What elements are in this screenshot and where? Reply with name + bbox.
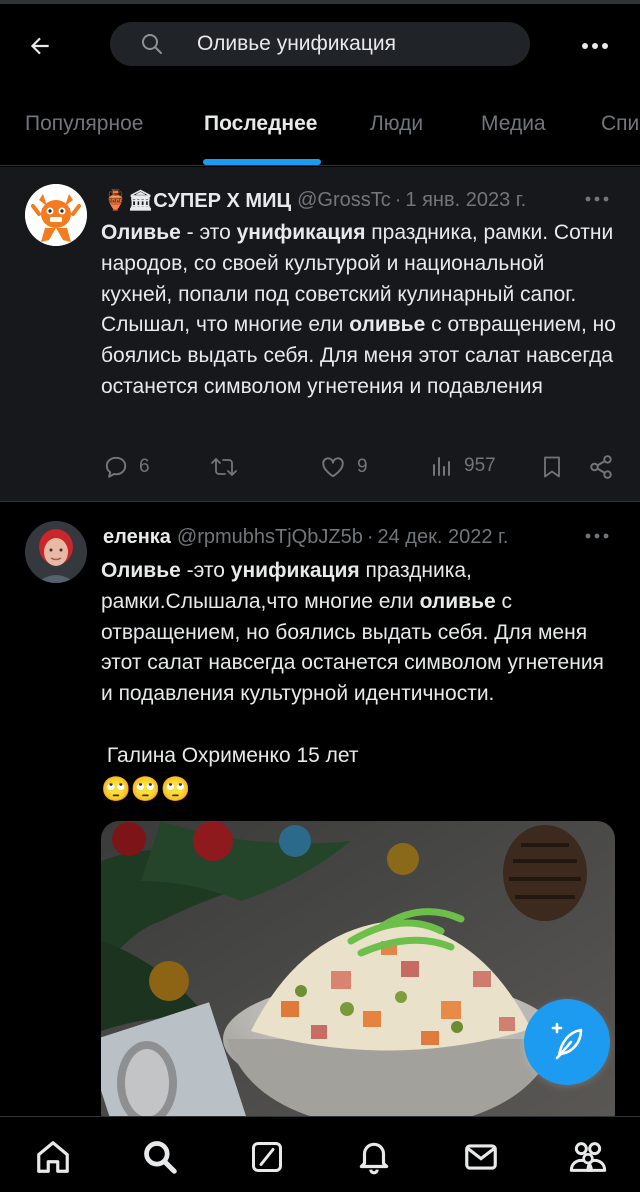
like-button[interactable]: 9 (319, 454, 368, 480)
search-query: Оливье унификация (197, 32, 396, 55)
text-segment: -это (180, 559, 231, 582)
author-handle[interactable]: @GrossTc (297, 189, 391, 212)
tab-lists[interactable]: Спи (601, 112, 639, 136)
nav-communities[interactable] (568, 1137, 608, 1177)
text-highlight: Оливье (101, 221, 181, 244)
repost-button[interactable] (210, 454, 248, 480)
like-count: 9 (357, 456, 368, 477)
tab-people[interactable]: Люди (370, 112, 423, 136)
more-icon (585, 533, 609, 539)
text-highlight: оливье (349, 313, 426, 337)
tweet-header: еленка @rpmubhsTjQbJZ5b · 24 дек. 2022 г… (103, 522, 573, 552)
text-segment: - это (180, 221, 237, 244)
tab-popular[interactable]: Популярное (25, 112, 143, 136)
nav-home[interactable] (33, 1137, 73, 1177)
tweet-actions: 6 9 957 (100, 454, 620, 484)
tweet-more-button[interactable] (585, 524, 615, 544)
active-tab-indicator (203, 159, 321, 165)
tweet-header: 🏺🏛СУПЕР Х МИЦ @GrossTc · 1 янв. 2023 г. (103, 185, 573, 215)
back-arrow-icon (30, 37, 49, 55)
like-icon (322, 457, 344, 478)
text-highlight: оливье (419, 589, 496, 613)
orange-creature-avatar-image (25, 184, 87, 246)
search-icon (142, 34, 162, 54)
user-photo-avatar-image (25, 521, 87, 583)
reply-button[interactable]: 6 (103, 454, 150, 480)
nav-notifications[interactable] (354, 1137, 394, 1177)
tab-latest[interactable]: Последнее (204, 112, 317, 136)
search-icon (144, 1141, 177, 1174)
olivier-salad-photo (101, 821, 615, 1131)
avatar[interactable] (25, 184, 87, 246)
bookmark-icon (544, 456, 560, 478)
views-icon (433, 457, 450, 476)
tweet-date[interactable]: 1 янв. 2023 г. (405, 189, 526, 212)
views-button[interactable]: 957 (430, 454, 496, 478)
more-options-button[interactable] (575, 28, 615, 64)
views-count: 957 (464, 455, 496, 476)
nav-search[interactable] (140, 1137, 180, 1177)
author-name[interactable]: еленка (103, 526, 171, 549)
separator-dot: · (394, 188, 402, 211)
tweet-text: Оливье -это унификация праздника, рамки.… (101, 556, 621, 710)
share-icon (590, 455, 612, 479)
nav-messages[interactable] (461, 1137, 501, 1177)
tweet[interactable]: 🏺🏛СУПЕР Х МИЦ @GrossTc · 1 янв. 2023 г. … (0, 167, 640, 502)
nav-grok[interactable] (247, 1137, 287, 1177)
search-header: Оливье унификация (0, 4, 640, 82)
tweet-media-image[interactable] (101, 821, 615, 1131)
messages-icon (465, 1144, 497, 1170)
tweet-date[interactable]: 24 дек. 2022 г. (378, 526, 509, 549)
tweet-text: Оливье - это унификация праздника, рамки… (101, 218, 621, 403)
tweet-emojis: 🙄🙄🙄 (101, 776, 191, 803)
more-icon (585, 196, 609, 202)
search-input[interactable]: Оливье унификация (110, 22, 530, 66)
compose-button[interactable] (524, 999, 610, 1085)
grok-icon (252, 1142, 282, 1172)
communities-icon (569, 1142, 607, 1172)
home-icon (37, 1141, 69, 1173)
author-name[interactable]: 🏺🏛СУПЕР Х МИЦ (103, 188, 291, 213)
tab-media[interactable]: Медиа (481, 112, 546, 136)
notifications-icon (359, 1142, 389, 1175)
back-button[interactable] (20, 26, 60, 66)
author-handle[interactable]: @rpmubhsTjQbJZ5b (177, 526, 363, 549)
separator-dot: · (366, 525, 374, 548)
compose-icon (551, 1022, 583, 1060)
bottom-navigation (0, 1116, 640, 1192)
text-highlight: Оливье (101, 559, 181, 582)
avatar[interactable] (25, 521, 87, 583)
text-highlight: унификация (230, 559, 360, 582)
tweet-more-button[interactable] (585, 187, 615, 207)
reply-icon (105, 456, 127, 478)
share-button[interactable] (588, 454, 624, 480)
more-icon (582, 43, 608, 49)
bookmark-button[interactable] (540, 454, 574, 480)
tweet-signature: Галина Охрименко 15 лет (101, 744, 359, 767)
repost-icon (211, 458, 237, 476)
reply-count: 6 (139, 456, 150, 477)
text-highlight: унификация (236, 221, 366, 244)
search-tabs: Популярное Последнее Люди Медиа Спи (0, 82, 640, 166)
